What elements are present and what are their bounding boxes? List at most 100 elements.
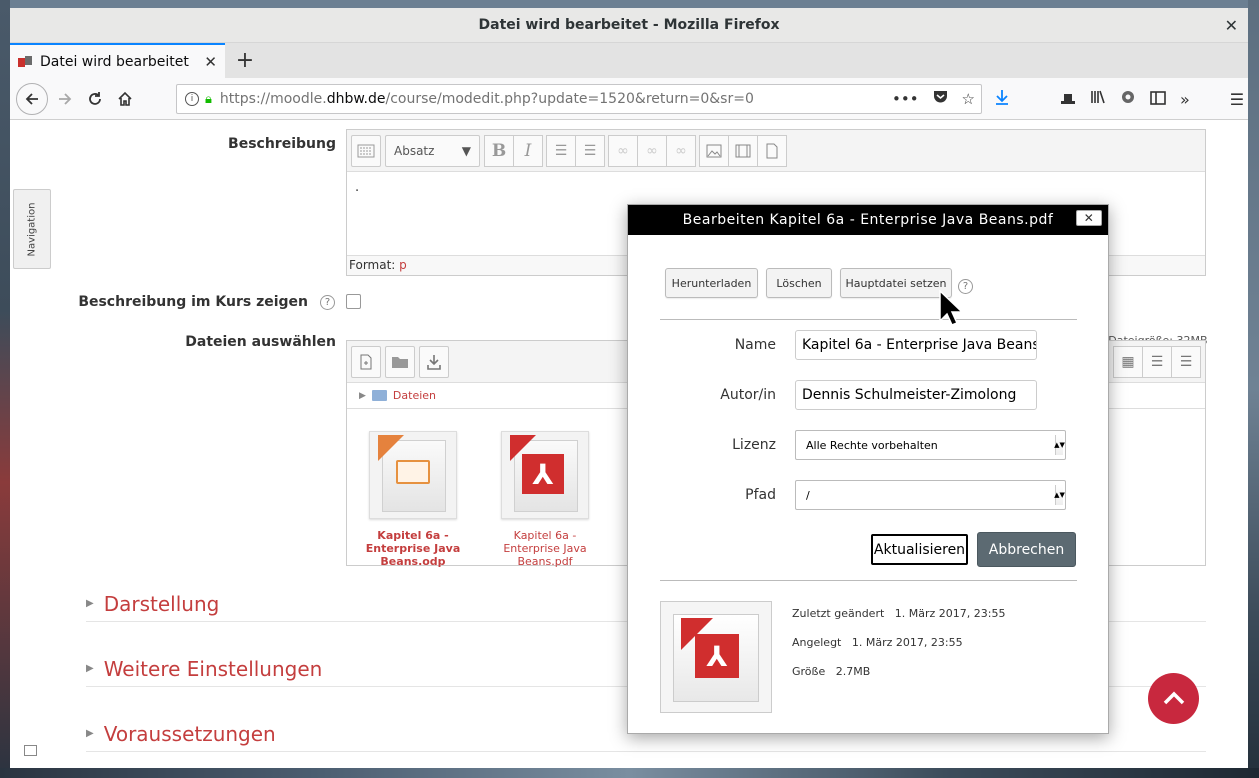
bookmark-star-icon[interactable]: ☆ — [962, 90, 975, 108]
download-icon[interactable] — [994, 89, 1010, 109]
section-title: Weitere Einstellungen — [103, 656, 323, 681]
moodle-favicon-icon — [18, 55, 32, 68]
path-folder-link[interactable]: Dateien — [393, 389, 436, 402]
numbered-list-icon[interactable]: ☰ — [575, 134, 605, 167]
text-style-group: B I — [484, 134, 543, 167]
expand-arrow-icon: ▶ — [86, 598, 94, 609]
tab-label: Datei wird bearbeitet — [40, 53, 189, 70]
pocket-icon[interactable] — [933, 90, 948, 108]
overflow-icon[interactable]: » — [1180, 90, 1190, 109]
file-manager-icon[interactable] — [757, 134, 787, 167]
navigation-block-label: Navigation — [26, 202, 38, 256]
expand-arrow-icon: ▶ — [86, 728, 94, 739]
help-icon[interactable]: ? — [320, 295, 335, 310]
beschreibung-label: Beschreibung — [228, 136, 336, 152]
author-label: Autor/in — [720, 387, 776, 403]
file-name-odp[interactable]: Kapitel 6a - Enterprise Java Beans.odp — [353, 529, 473, 568]
path-select[interactable]: / ▲▼ — [795, 480, 1066, 510]
window-close-icon[interactable]: ✕ — [1225, 16, 1238, 35]
section-title: Darstellung — [103, 591, 220, 616]
navigation-toolbar: i 🔒︎ https://moodle. dhbw.de/course/moded… — [10, 78, 1248, 120]
list-group: ☰ ☰ — [546, 134, 605, 167]
tab-strip: Datei wird bearbeitet ✕ + — [10, 43, 1248, 78]
set-main-file-button[interactable]: Hauptdatei setzen — [840, 268, 952, 298]
url-domain: dhbw.de — [326, 91, 386, 107]
name-label: Name — [734, 337, 776, 353]
italic-icon[interactable]: I — [513, 134, 543, 167]
file-name-pdf[interactable]: Kapitel 6a - Enterprise Java Beans.pdf — [485, 529, 605, 568]
mouse-cursor-icon — [939, 289, 964, 330]
lock-icon[interactable]: 🔒︎ — [205, 92, 212, 107]
add-file-icon[interactable] — [351, 345, 381, 378]
created-label: Angelegt — [792, 636, 842, 649]
forward-icon[interactable] — [50, 84, 80, 114]
image-icon[interactable] — [699, 134, 729, 167]
bold-icon[interactable]: B — [484, 134, 514, 167]
dialog-header: Bearbeiten Kapitel 6a - Enterprise Java … — [628, 205, 1108, 235]
tab-close-icon[interactable]: ✕ — [204, 53, 217, 71]
file-item-odp[interactable]: Kapitel 6a - Enterprise Java Beans.odp — [353, 431, 473, 568]
create-folder-icon[interactable] — [385, 345, 415, 378]
created-value: 1. März 2017, 23:55 — [851, 636, 963, 649]
download-button[interactable]: Herunterladen — [665, 268, 758, 298]
update-button[interactable]: Aktualisieren — [871, 534, 968, 565]
menu-icon[interactable]: ☰ — [1230, 90, 1244, 109]
license-label: Lizenz — [732, 437, 776, 453]
toolbar-toggle-icon[interactable] — [351, 134, 381, 167]
files-label: Dateien auswählen — [185, 334, 336, 350]
url-tools: ••• ☆ — [892, 90, 975, 108]
file-item-pdf[interactable]: ⅄ Kapitel 6a - Enterprise Java Beans.pdf — [485, 431, 605, 568]
view-tree-icon[interactable]: ☰ — [1171, 346, 1201, 378]
file-edit-dialog: Bearbeiten Kapitel 6a - Enterprise Java … — [627, 204, 1109, 734]
back-icon[interactable] — [16, 82, 48, 115]
delete-button[interactable]: Löschen — [766, 268, 832, 298]
unlink-icon[interactable]: ∞ — [637, 134, 667, 167]
show-in-course-checkbox[interactable] — [346, 294, 361, 309]
new-tab-icon[interactable]: + — [225, 43, 265, 78]
editor-format-label: Format: — [349, 258, 396, 272]
paragraph-format-select[interactable]: Absatz ▼ — [385, 134, 480, 167]
expand-arrow-icon[interactable]: ▶ — [359, 391, 366, 401]
odp-corner-shape — [378, 435, 404, 461]
size-value: 2.7MB — [835, 665, 871, 678]
name-input[interactable]: Kapitel 6a - Enterprise Java Beans.pdf — [795, 330, 1037, 360]
cancel-button[interactable]: Abbrechen — [977, 532, 1076, 567]
anchor-icon[interactable]: ∞ — [666, 134, 696, 167]
license-select[interactable]: Alle Rechte vorbehalten ▲▼ — [795, 430, 1066, 460]
bullet-list-icon[interactable]: ☰ — [546, 134, 576, 167]
pdf-preview-icon: ⅄ — [660, 601, 772, 713]
desktop-background-bottom — [0, 768, 1259, 778]
license-value: Alle Rechte vorbehalten — [806, 439, 938, 452]
home-icon[interactable] — [110, 84, 140, 114]
media-group — [699, 134, 787, 167]
window-titlebar: Datei wird bearbeitet - Mozilla Firefox … — [10, 8, 1248, 43]
link-icon[interactable]: ∞ — [608, 134, 638, 167]
addon-icon[interactable] — [1120, 89, 1136, 109]
author-input[interactable]: Dennis Schulmeister-Zimolong — [795, 380, 1037, 410]
sidebar-icon[interactable] — [1150, 90, 1166, 109]
library-icon[interactable] — [1090, 89, 1106, 109]
dialog-close-icon[interactable]: ✕ — [1076, 210, 1102, 226]
editor-format-value[interactable]: p — [399, 258, 407, 272]
folder-icon — [371, 390, 387, 401]
path-value: / — [806, 489, 810, 502]
view-list-icon[interactable]: ☰ — [1142, 346, 1172, 378]
view-icons-icon[interactable]: ▦ — [1113, 346, 1143, 378]
dock-block-icon[interactable] — [24, 745, 37, 756]
size-info: Größe 2.7MB — [792, 665, 870, 678]
dialog-title: Bearbeiten Kapitel 6a - Enterprise Java … — [682, 212, 1054, 228]
window-title: Datei wird bearbeitet - Mozilla Firefox — [478, 17, 780, 33]
modified-value: 1. März 2017, 23:55 — [894, 607, 1006, 620]
reload-icon[interactable] — [80, 84, 110, 114]
odp-icon — [369, 431, 457, 519]
navigation-block[interactable]: Navigation — [13, 189, 51, 269]
info-icon[interactable]: i — [185, 92, 199, 106]
url-bar[interactable]: i 🔒︎ https://moodle. dhbw.de/course/moded… — [176, 84, 982, 114]
modified-info: Zuletzt geändert 1. März 2017, 23:55 — [792, 607, 1006, 620]
media-icon[interactable] — [728, 134, 758, 167]
tab-active[interactable]: Datei wird bearbeitet ✕ — [10, 43, 225, 78]
page-actions-icon[interactable]: ••• — [892, 90, 919, 108]
toolbar-extension-icon[interactable] — [1060, 90, 1076, 109]
download-all-icon[interactable] — [419, 345, 449, 378]
scroll-to-top-button[interactable] — [1148, 673, 1199, 724]
